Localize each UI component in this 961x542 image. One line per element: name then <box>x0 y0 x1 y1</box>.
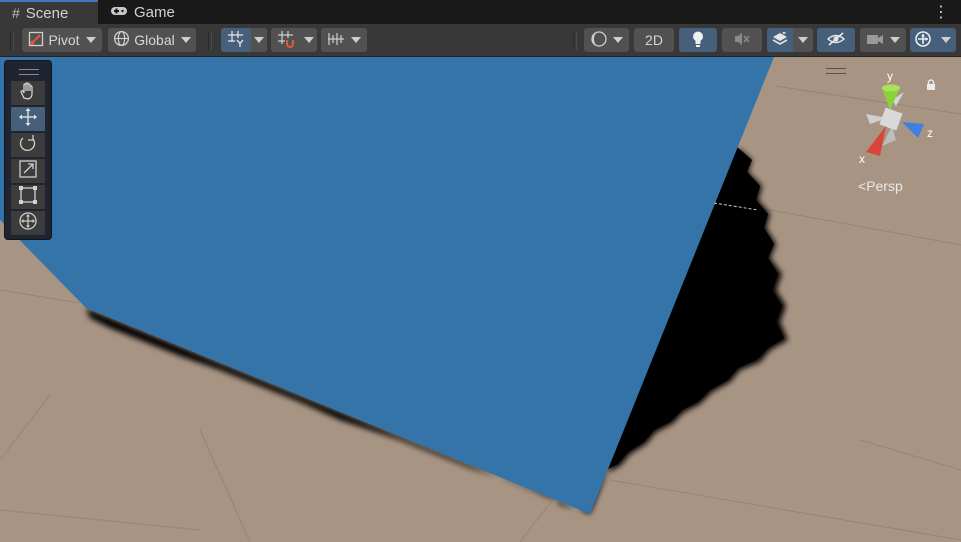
globe-icon <box>113 30 130 50</box>
ruler-icon <box>327 31 345 50</box>
lightbulb-icon <box>691 30 705 51</box>
gizmos-options-dropdown[interactable] <box>936 28 956 52</box>
increment-snap-dropdown[interactable] <box>321 28 367 52</box>
gizmo-globe-icon <box>914 30 932 51</box>
chevron-down-icon <box>613 37 623 43</box>
toolbar-grip[interactable] <box>573 32 577 50</box>
perspective-icon: < <box>858 178 867 194</box>
scene-visibility-toggle[interactable] <box>817 28 855 52</box>
audio-toggle[interactable] <box>722 28 762 52</box>
projection-toggle[interactable]: <Persp <box>858 178 903 194</box>
chevron-down-icon <box>180 37 191 43</box>
chevron-down-icon <box>941 37 951 43</box>
lighting-toggle[interactable] <box>679 28 717 52</box>
chevron-down-icon <box>351 37 361 43</box>
chevron-down-icon <box>254 37 264 43</box>
gamepad-icon <box>110 4 128 20</box>
mode-2d-label: 2D <box>645 32 663 48</box>
rect-tool-button[interactable] <box>11 185 45 209</box>
grid-options-dropdown[interactable] <box>251 28 267 52</box>
toolbar-grip[interactable] <box>208 32 212 50</box>
layers-effects-icon <box>771 31 789 50</box>
effects-options-dropdown[interactable] <box>793 28 813 52</box>
projection-label: Persp <box>866 178 903 194</box>
axis-z-label: z <box>927 126 933 140</box>
tab-game[interactable]: Game <box>98 0 198 24</box>
more-options-icon[interactable]: ⋮ <box>933 2 949 22</box>
chevron-down-icon <box>304 37 314 43</box>
snap-toggle[interactable] <box>271 28 301 52</box>
move-tool-button[interactable] <box>11 107 45 131</box>
toolbar-grip[interactable] <box>10 32 14 50</box>
hand-icon <box>18 81 38 106</box>
scene-toolbar: Pivot Global 2D <box>0 24 961 57</box>
rotate-tool-button[interactable] <box>11 133 45 157</box>
tab-scene[interactable]: # Scene <box>0 0 98 24</box>
eye-hidden-icon <box>826 31 846 50</box>
speaker-muted-icon <box>733 31 751 50</box>
tab-scene-label: Scene <box>25 4 69 22</box>
gizmo-drag-handle[interactable] <box>826 68 846 74</box>
draw-mode-dropdown[interactable] <box>584 28 629 52</box>
grid-icon: # <box>12 5 20 21</box>
camera-icon <box>866 32 884 49</box>
scale-tool-button[interactable] <box>11 159 45 183</box>
toggle-2d-button[interactable]: 2D <box>634 28 674 52</box>
pivot-icon <box>28 31 44 50</box>
snap-options-dropdown[interactable] <box>301 28 317 52</box>
blue-plane[interactable] <box>0 57 774 514</box>
tool-palette <box>4 60 52 240</box>
global-dropdown[interactable]: Global <box>108 28 196 52</box>
axis-z-cone[interactable] <box>902 122 924 138</box>
grid-visibility-toggle[interactable] <box>221 28 251 52</box>
move-arrows-icon <box>18 107 38 132</box>
window-tab-bar: # Scene Game ⋮ <box>0 0 961 25</box>
scale-icon <box>18 159 38 184</box>
effects-toggle[interactable] <box>767 28 793 52</box>
axis-x-label: x <box>859 152 865 166</box>
pivot-dropdown[interactable]: Pivot <box>22 28 102 52</box>
rotate-icon <box>18 133 38 158</box>
hand-tool-button[interactable] <box>11 81 45 105</box>
chevron-down-icon <box>798 37 808 43</box>
shading-mode-icon <box>590 30 608 51</box>
chevron-down-icon <box>85 37 96 43</box>
snap-grid-icon <box>277 30 295 51</box>
transform-icon <box>18 211 38 236</box>
scene-viewport[interactable] <box>0 57 961 542</box>
palette-drag-handle[interactable] <box>19 69 39 75</box>
global-label: Global <box>134 32 175 48</box>
transform-tool-button[interactable] <box>11 211 45 235</box>
grid-axis-icon <box>227 30 245 51</box>
gizmos-toggle[interactable] <box>910 28 936 52</box>
pivot-label: Pivot <box>48 32 80 48</box>
tab-game-label: Game <box>134 3 175 21</box>
chevron-down-icon <box>890 37 900 43</box>
rect-transform-icon <box>18 185 38 210</box>
axis-x-cone[interactable] <box>866 126 886 156</box>
axis-y-label: y <box>887 69 893 83</box>
camera-settings-dropdown[interactable] <box>860 28 906 52</box>
scene-render <box>0 57 961 542</box>
